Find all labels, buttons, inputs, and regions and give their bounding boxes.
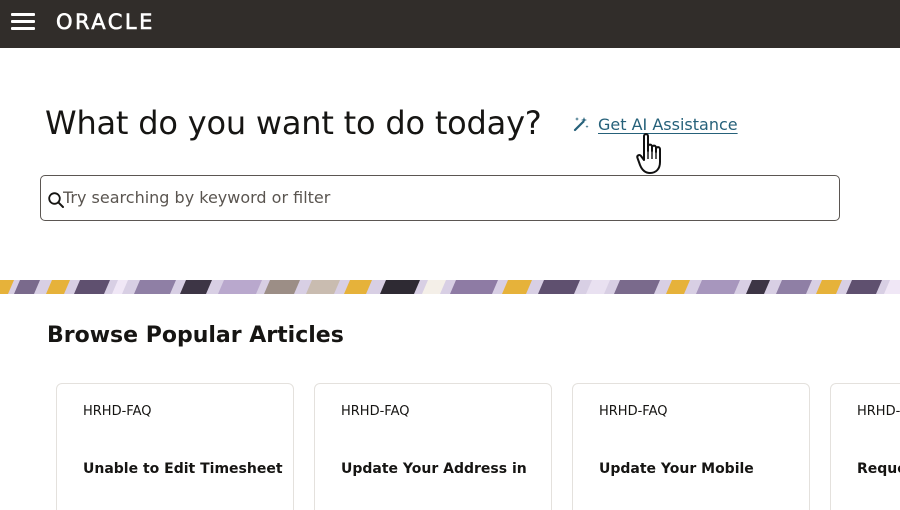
page-headline: What do you want to do today? [45,104,542,142]
browse-popular-articles-heading: Browse Popular Articles [47,323,344,348]
search-box[interactable] [40,175,840,221]
ai-assistance-label: Get AI Assistance [598,114,738,134]
search-input[interactable] [63,176,823,219]
magic-wand-icon [573,117,589,132]
hand-pointer-cursor-icon [636,133,661,174]
article-category-tag: HRHD-FAQ [83,404,152,419]
article-title[interactable]: Update Your Address in [341,461,527,477]
article-title[interactable]: Unable to Edit Timesheet [83,461,283,477]
decorative-pattern-band [0,280,900,294]
article-card[interactable]: HRHD-FAQ Update Your Mobile [572,383,810,510]
article-card[interactable]: HRHD- Reque [830,383,900,510]
hamburger-menu-icon[interactable] [11,12,35,30]
top-nav-bar: ORACLE [0,0,900,48]
article-card[interactable]: HRHD-FAQ Update Your Address in [314,383,552,510]
article-card[interactable]: HRHD-FAQ Unable to Edit Timesheet [56,383,294,510]
article-title[interactable]: Update Your Mobile [599,461,754,477]
article-title[interactable]: Reque [857,461,900,477]
article-category-tag: HRHD-FAQ [599,404,668,419]
article-category-tag: HRHD-FAQ [341,404,410,419]
oracle-logo[interactable]: ORACLE [56,10,155,35]
article-category-tag: HRHD- [857,404,900,419]
article-cards-row: HRHD-FAQ Unable to Edit Timesheet HRHD-F… [56,383,900,510]
